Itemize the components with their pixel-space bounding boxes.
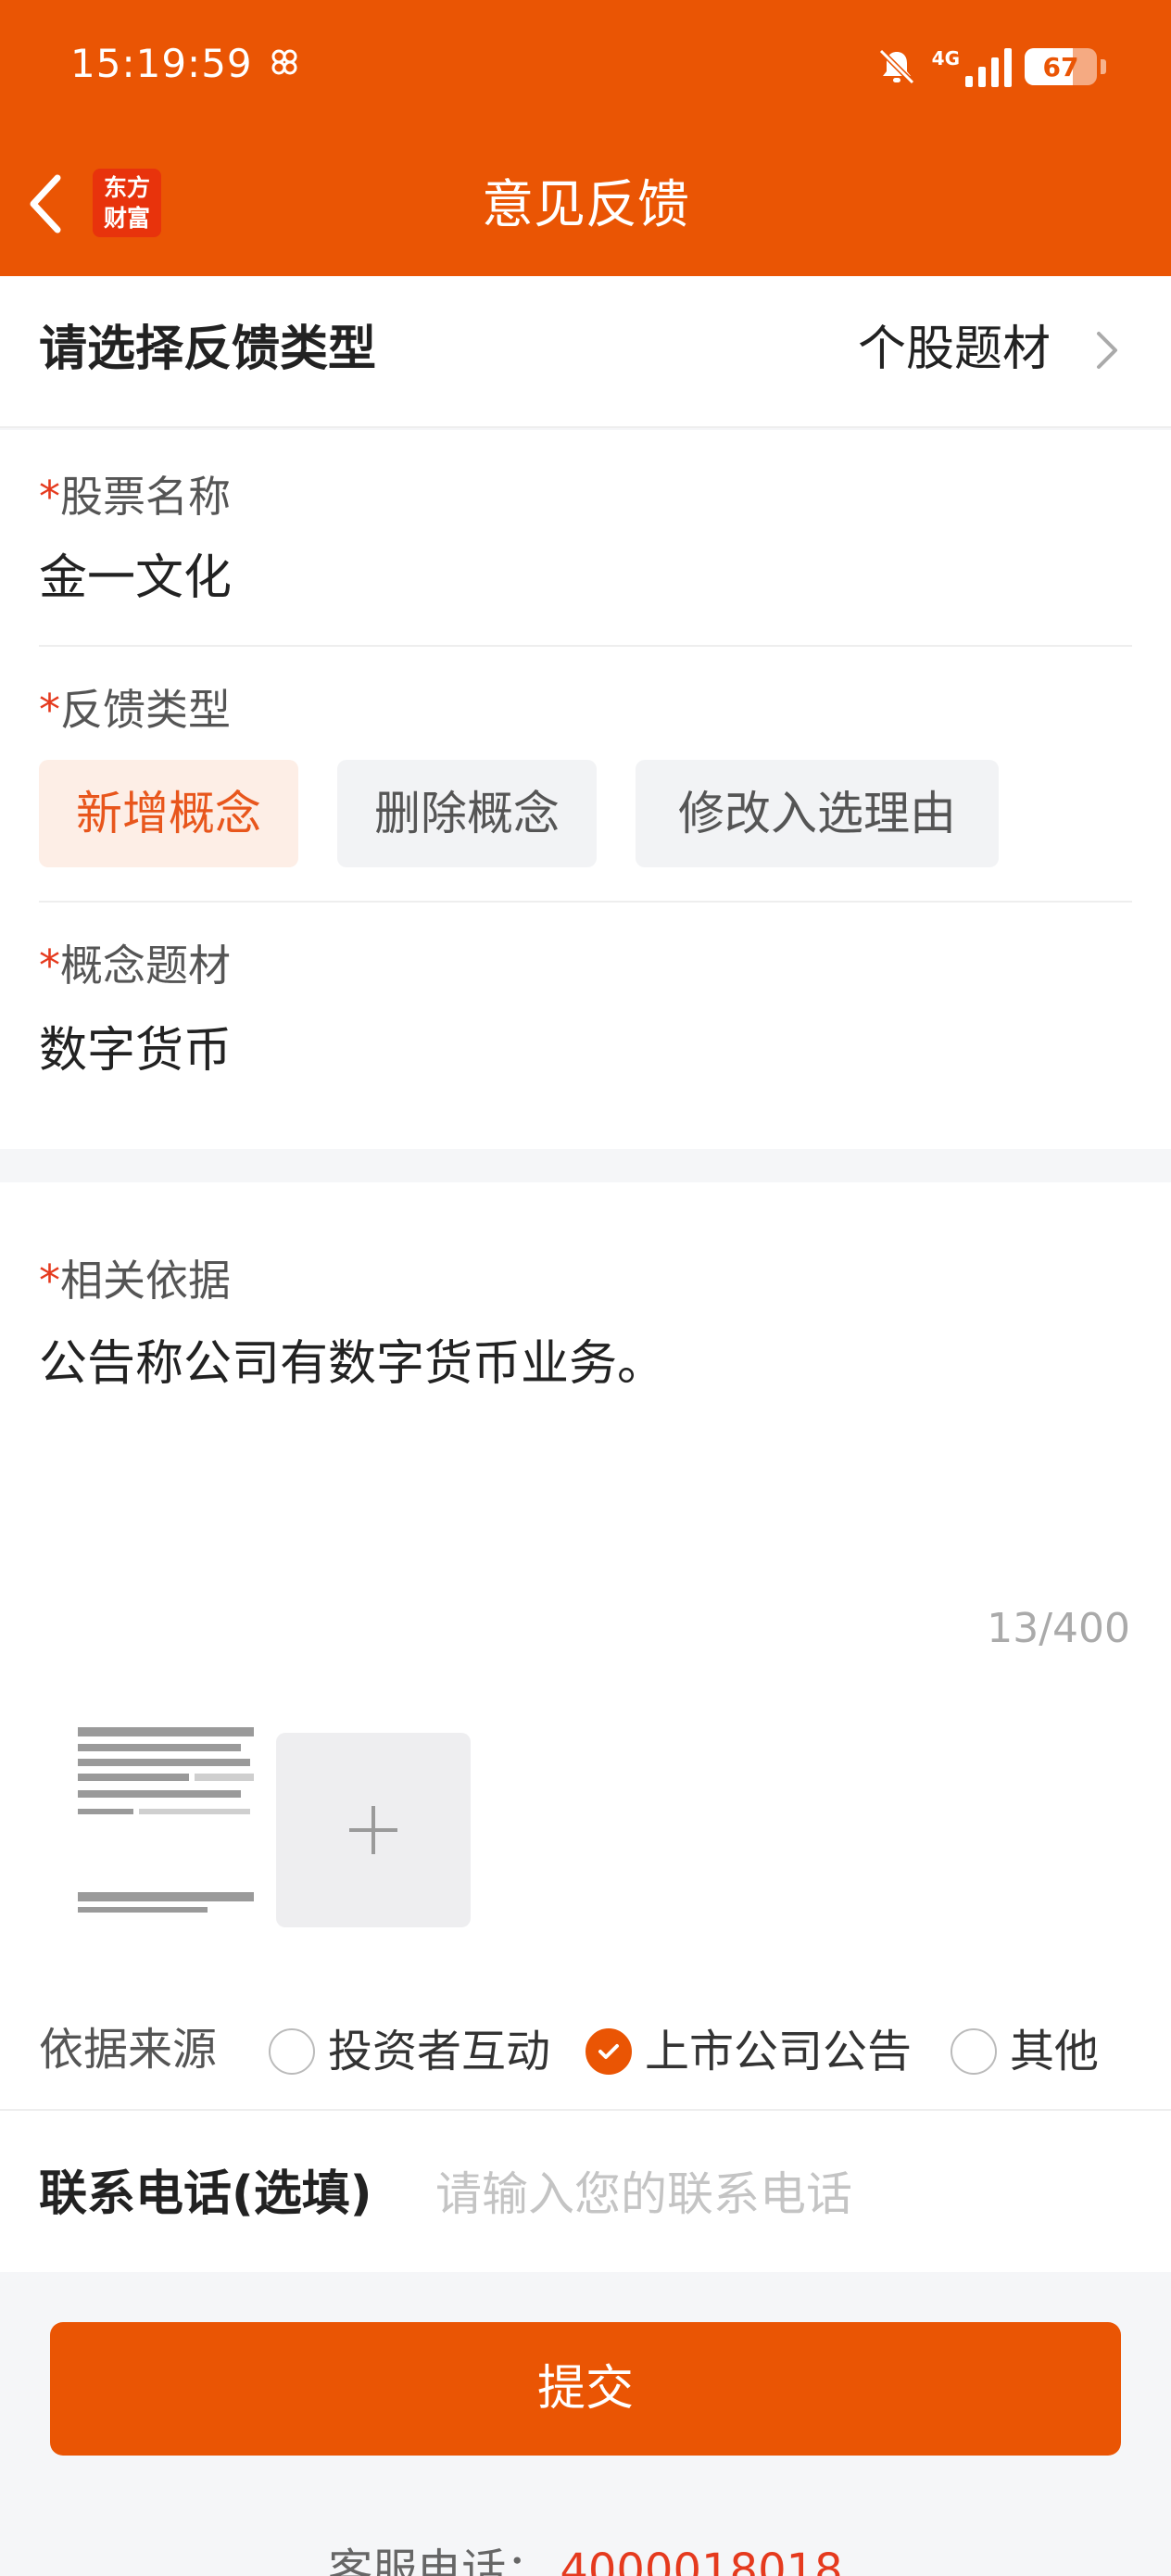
radio-other[interactable]: 其他 bbox=[951, 2024, 1099, 2079]
battery-level: 67 bbox=[1042, 51, 1079, 82]
radio-company-announcement[interactable]: 上市公司公告 bbox=[586, 2024, 912, 2079]
network-type: 4G bbox=[931, 47, 960, 69]
signal-strength-icon bbox=[965, 46, 1012, 87]
add-image-button[interactable] bbox=[276, 1733, 471, 1927]
phone-input[interactable] bbox=[435, 2157, 1121, 2231]
chip-modify-reason[interactable]: 修改入选理由 bbox=[636, 760, 999, 867]
stock-name-label: *股票名称 bbox=[39, 472, 231, 522]
radio-unchecked-icon bbox=[269, 2028, 315, 2075]
radio-checked-icon bbox=[586, 2028, 632, 2075]
chevron-right-icon bbox=[1097, 332, 1117, 369]
radio-label: 投资者互动 bbox=[328, 2026, 551, 2077]
feedback-type-label: 请选择反馈类型 bbox=[39, 322, 377, 377]
hotline-label: 客服电话： bbox=[328, 2544, 551, 2576]
source-label: 依据来源 bbox=[39, 2024, 218, 2076]
status-indicators: 4G 67 bbox=[875, 41, 1106, 93]
notification-app-icon bbox=[271, 49, 297, 75]
divider bbox=[0, 2109, 1171, 2111]
radio-investor-interaction[interactable]: 投资者互动 bbox=[269, 2024, 550, 2079]
basis-section: *相关依据 公告称公司有数字货币业务。 13/400 依据来源 投资者互动 上市… bbox=[0, 1182, 1171, 2272]
status-time: 15:19:59 bbox=[70, 41, 253, 86]
stock-name-value[interactable]: 金一文化 bbox=[39, 545, 232, 612]
basis-textarea[interactable]: 公告称公司有数字货币业务。 bbox=[39, 1331, 665, 1397]
source-radio-group: 依据来源 投资者互动 上市公司公告 其他 bbox=[0, 1992, 1171, 2107]
chip-delete-concept[interactable]: 删除概念 bbox=[337, 760, 597, 867]
plus-icon bbox=[349, 1806, 397, 1854]
radio-label: 其他 bbox=[1010, 2026, 1100, 2077]
phone-label: 联系电话(选填) bbox=[39, 2166, 372, 2222]
radio-label: 上市公司公告 bbox=[645, 2026, 913, 2077]
battery-tip bbox=[1101, 59, 1106, 74]
hotline: 客服电话： 4000018018 bbox=[0, 2541, 1171, 2576]
divider bbox=[39, 645, 1132, 647]
feedback-form-section: *股票名称 金一文化 *反馈类型 新增概念 删除概念 修改入选理由 *概念题材 … bbox=[0, 430, 1171, 1149]
battery-icon: 67 bbox=[1025, 48, 1097, 85]
divider bbox=[39, 901, 1132, 903]
concept-label: *概念题材 bbox=[39, 941, 231, 991]
feedback-kind-label: *反馈类型 bbox=[39, 685, 231, 735]
char-counter: 13/400 bbox=[987, 1605, 1130, 1652]
hotline-number[interactable]: 4000018018 bbox=[560, 2544, 842, 2576]
feedback-type-selector[interactable]: 请选择反馈类型 个股题材 bbox=[0, 276, 1171, 428]
checkmark-icon bbox=[598, 2044, 619, 2059]
radio-unchecked-icon bbox=[951, 2028, 997, 2075]
concept-value[interactable]: 数字货币 bbox=[39, 1017, 232, 1084]
page-title: 意见反馈 bbox=[482, 175, 689, 235]
feedback-type-value: 个股题材 bbox=[857, 322, 1051, 377]
app-header: 15:19:59 4G 67 东方 财富 意见反馈 bbox=[0, 0, 1171, 276]
uploaded-image-thumbnail[interactable] bbox=[74, 1724, 259, 1918]
chip-add-concept[interactable]: 新增概念 bbox=[39, 760, 298, 867]
mute-bell-icon bbox=[878, 48, 914, 85]
basis-label: *相关依据 bbox=[39, 1256, 231, 1306]
submit-button[interactable]: 提交 bbox=[50, 2322, 1121, 2456]
